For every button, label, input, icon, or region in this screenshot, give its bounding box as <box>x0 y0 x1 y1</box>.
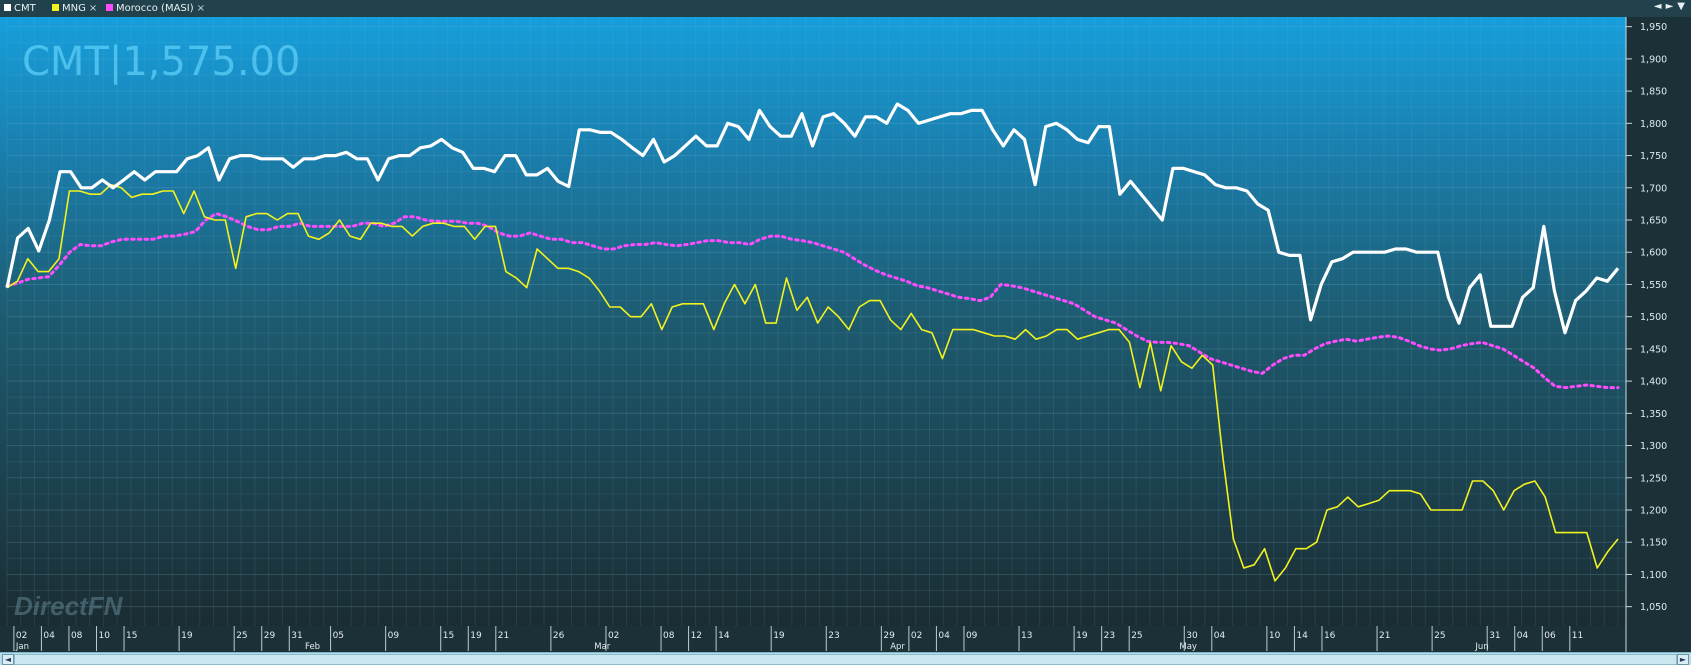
chart-title: CMT|1,575.00 <box>22 39 300 85</box>
x-tick-label: 14 <box>718 631 730 641</box>
x-tick-label: 16 <box>1324 631 1336 641</box>
y-tick-label: 1,750 <box>1640 151 1667 162</box>
x-tick-label: 02 <box>608 631 619 641</box>
x-tick-label: 23 <box>828 631 839 641</box>
scroll-left-icon[interactable]: ◄ <box>2 654 14 665</box>
x-tick-label: 26 <box>553 631 565 641</box>
y-tick-label: 1,300 <box>1640 441 1667 452</box>
x-tick-label: 21 <box>498 631 509 641</box>
y-tick-label: 1,800 <box>1640 119 1667 130</box>
x-tick-label: 12 <box>691 631 702 641</box>
x-month-label: Mar <box>594 642 611 652</box>
x-tick-label: 11 <box>1572 631 1583 641</box>
y-tick-label: 1,100 <box>1640 570 1667 581</box>
y-axis-panel <box>1626 17 1691 652</box>
x-tick-label: 29 <box>264 631 276 641</box>
x-tick-label: 08 <box>663 631 675 641</box>
x-tick-label: 04 <box>43 631 55 641</box>
x-tick-label: 06 <box>1544 631 1556 641</box>
x-tick-label: 14 <box>1296 631 1308 641</box>
scroll-right-icon[interactable]: ► <box>1677 654 1689 665</box>
y-tick-label: 1,500 <box>1640 312 1667 323</box>
scroll-thumb[interactable] <box>14 654 1677 665</box>
y-tick-label: 1,650 <box>1640 216 1667 227</box>
horizontal-scrollbar[interactable]: ◄ ► <box>0 652 1691 665</box>
x-tick-label: 10 <box>99 631 111 641</box>
plot-background <box>0 17 1626 626</box>
x-tick-label: 31 <box>291 631 302 641</box>
x-month-label: Jun <box>1474 642 1488 652</box>
watermark: DirectFN <box>14 591 124 621</box>
x-tick-label: 29 <box>883 631 895 641</box>
price-chart: DirectFN CMT|1,575.00 1,050 1,100 1,150 1,2… <box>0 17 1691 652</box>
x-tick-label: 05 <box>333 631 344 641</box>
y-tick-label: 1,050 <box>1640 602 1667 613</box>
x-tick-label: 02 <box>911 631 922 641</box>
x-tick-label: 02 <box>16 631 27 641</box>
x-tick-label: 10 <box>1269 631 1281 641</box>
x-tick-label: 15 <box>126 631 137 641</box>
y-tick-label: 1,450 <box>1640 344 1667 355</box>
x-month-label: Apr <box>890 642 905 652</box>
x-tick-label: 09 <box>966 631 978 641</box>
x-tick-label: 09 <box>388 631 400 641</box>
x-tick-label: 19 <box>181 631 193 641</box>
y-tick-label: 1,200 <box>1640 506 1667 517</box>
x-tick-label: 25 <box>236 631 247 641</box>
y-tick-label: 1,950 <box>1640 22 1667 33</box>
y-tick-label: 1,250 <box>1640 473 1667 484</box>
x-month-label: Jan <box>15 642 29 652</box>
x-month-label: Feb <box>305 642 320 652</box>
x-tick-label: 21 <box>1379 631 1390 641</box>
x-tick-label: 23 <box>1104 631 1115 641</box>
y-tick-label: 1,850 <box>1640 87 1667 98</box>
y-tick-label: 1,550 <box>1640 280 1667 291</box>
x-tick-label: 19 <box>1076 631 1088 641</box>
x-tick-label: 25 <box>1434 631 1445 641</box>
y-tick-label: 1,150 <box>1640 538 1667 549</box>
x-tick-label: 04 <box>938 631 950 641</box>
x-tick-label: 30 <box>1186 631 1198 641</box>
x-tick-label: 04 <box>1517 631 1529 641</box>
x-tick-label: 25 <box>1131 631 1142 641</box>
x-tick-label: 19 <box>773 631 785 641</box>
x-month-label: May <box>1179 642 1197 652</box>
x-tick-label: 31 <box>1489 631 1500 641</box>
x-tick-label: 08 <box>71 631 83 641</box>
y-tick-label: 1,400 <box>1640 377 1667 388</box>
x-tick-label: 13 <box>1021 631 1032 641</box>
y-tick-label: 1,350 <box>1640 409 1667 420</box>
x-tick-label: 04 <box>1214 631 1226 641</box>
y-tick-label: 1,600 <box>1640 248 1667 259</box>
y-tick-label: 1,700 <box>1640 183 1667 194</box>
x-tick-label: 15 <box>443 631 454 641</box>
x-tick-label: 19 <box>470 631 482 641</box>
y-tick-label: 1,900 <box>1640 54 1667 65</box>
